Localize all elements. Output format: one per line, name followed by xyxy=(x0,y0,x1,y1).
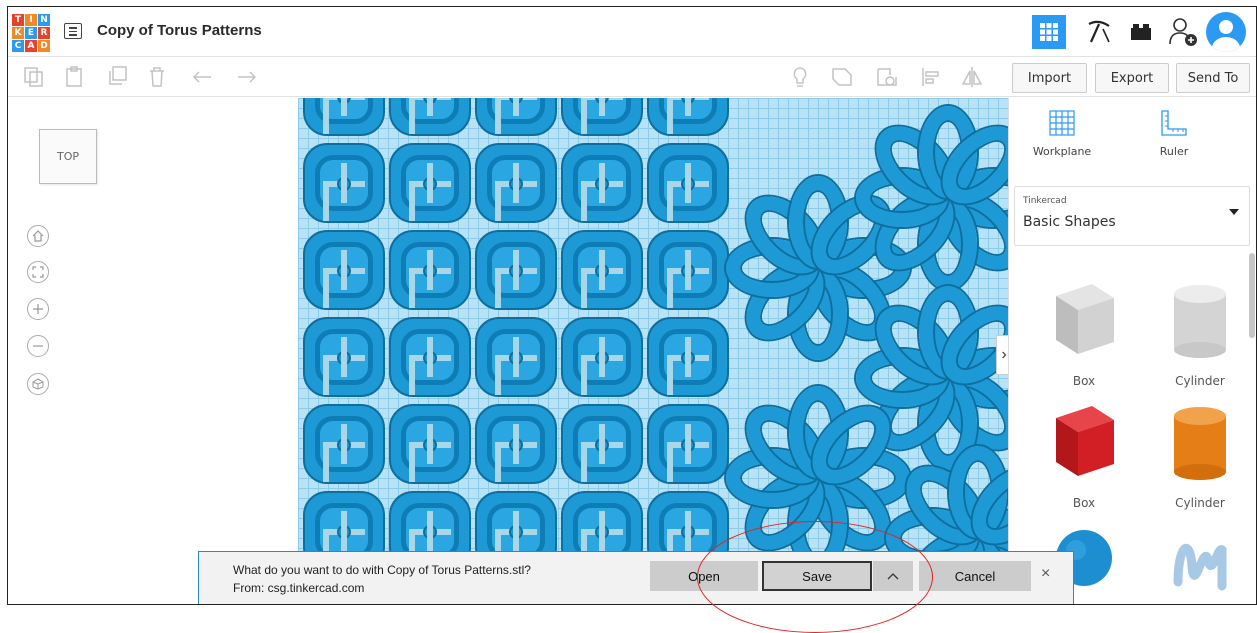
fit-view-icon[interactable] xyxy=(27,261,49,283)
shape-label: Cylinder xyxy=(1175,496,1225,510)
logo-letter: A xyxy=(25,40,37,52)
light-bulb-icon[interactable] xyxy=(788,65,812,89)
duplicate-icon[interactable] xyxy=(105,65,129,89)
torus-tile xyxy=(389,143,471,223)
torus-tile xyxy=(389,404,471,484)
shape-label: Cylinder xyxy=(1175,374,1225,388)
workplane-tool[interactable]: Workplane xyxy=(1017,108,1107,158)
delete-icon[interactable] xyxy=(145,65,169,89)
undo-icon[interactable] xyxy=(191,65,215,89)
shape-label: Box xyxy=(1072,496,1096,510)
torus-tile xyxy=(475,143,557,223)
torus-tile xyxy=(647,98,729,136)
library-name: Basic Shapes xyxy=(1023,214,1116,230)
torus-tile xyxy=(561,143,643,223)
torus-tile xyxy=(647,404,729,484)
cylinder-icon xyxy=(1160,276,1240,366)
avatar[interactable] xyxy=(1206,12,1246,52)
logo-letter: K xyxy=(12,27,24,39)
export-button[interactable]: Export xyxy=(1095,63,1169,93)
app-window: TIN KER CAD Copy of Torus Patterns Import … xyxy=(7,6,1257,605)
scribble-icon xyxy=(1160,516,1240,604)
torus-tile xyxy=(475,98,557,136)
torus-tile xyxy=(303,98,385,136)
torus-tile xyxy=(389,98,471,136)
annotation-circle xyxy=(697,521,933,633)
ruler-icon xyxy=(1161,110,1187,136)
logo-letter: R xyxy=(38,27,50,39)
torus-tile xyxy=(389,230,471,310)
workplane-icon xyxy=(1049,110,1075,136)
shape-cylinder-gray[interactable]: Cylinder xyxy=(1145,276,1255,388)
zoom-in-icon[interactable] xyxy=(27,298,49,320)
pickaxe-icon[interactable] xyxy=(1082,15,1116,49)
download-prompt: What do you want to do with Copy of Toru… xyxy=(198,551,1074,604)
torus-tile xyxy=(303,143,385,223)
design-menu-icon[interactable] xyxy=(64,23,82,39)
shape-box-gray[interactable]: Box xyxy=(1029,276,1139,388)
add-user-icon[interactable] xyxy=(1166,15,1200,49)
torus-tile xyxy=(561,230,643,310)
shape-library-dropdown[interactable]: Tinkercad Basic Shapes xyxy=(1014,186,1250,246)
torus-tile-pattern[interactable] xyxy=(303,98,743,598)
redo-icon[interactable] xyxy=(234,65,258,89)
shapes-panel: Workplane Ruler Tinkercad Basic Shapes B… xyxy=(1008,98,1256,604)
torus-tile xyxy=(561,404,643,484)
home-view-icon[interactable] xyxy=(27,225,49,247)
torus-tile xyxy=(475,230,557,310)
torus-tile xyxy=(303,230,385,310)
torus-tile xyxy=(561,98,643,136)
library-provider: Tinkercad xyxy=(1023,196,1067,206)
torus-tile xyxy=(389,317,471,397)
shape-box-red[interactable]: Box xyxy=(1029,398,1139,510)
box-icon xyxy=(1044,276,1124,366)
cancel-button[interactable]: Cancel xyxy=(919,561,1031,591)
send-to-button[interactable]: Send To xyxy=(1176,63,1250,93)
import-button[interactable]: Import xyxy=(1012,63,1087,93)
torus-tile xyxy=(475,317,557,397)
torus-tile xyxy=(647,230,729,310)
workplane-canvas[interactable] xyxy=(298,98,1008,604)
shape-cylinder-orange[interactable]: Cylinder xyxy=(1145,398,1255,510)
shape-label: Box xyxy=(1072,374,1096,388)
top-bar: TIN KER CAD Copy of Torus Patterns xyxy=(8,7,1256,57)
logo-letter: D xyxy=(38,40,50,52)
paste-icon[interactable] xyxy=(63,65,87,89)
ruler-tool[interactable]: Ruler xyxy=(1129,108,1219,158)
ruler-label: Ruler xyxy=(1159,145,1189,158)
logo-letter: I xyxy=(25,14,37,26)
torus-tile xyxy=(303,317,385,397)
bricks-icon[interactable] xyxy=(1124,15,1158,49)
logo-letter: C xyxy=(12,40,24,52)
shape-scribble[interactable] xyxy=(1145,516,1255,604)
torus-tile xyxy=(303,404,385,484)
align-icon[interactable] xyxy=(918,65,942,89)
torus-tile xyxy=(647,143,729,223)
logo-letter: N xyxy=(38,14,50,26)
torus-tile xyxy=(475,404,557,484)
view-cube[interactable]: TOP xyxy=(39,129,97,184)
cylinder-icon xyxy=(1160,398,1240,488)
document-title[interactable]: Copy of Torus Patterns xyxy=(97,22,262,39)
download-question: What do you want to do with Copy of Toru… xyxy=(233,563,531,577)
edit-toolbar: Import Export Send To xyxy=(8,57,1256,97)
perspective-icon[interactable] xyxy=(27,373,49,395)
ungroup-icon[interactable] xyxy=(875,65,899,89)
torus-tile xyxy=(561,317,643,397)
grid-view-icon[interactable] xyxy=(1032,15,1066,49)
tinkercad-logo[interactable]: TIN KER CAD xyxy=(12,14,50,52)
torus-tile xyxy=(647,317,729,397)
close-icon[interactable]: × xyxy=(1041,565,1050,583)
workplane-label: Workplane xyxy=(1032,145,1092,158)
mirror-icon[interactable] xyxy=(960,65,984,89)
zoom-out-icon[interactable] xyxy=(27,335,49,357)
copy-icon[interactable] xyxy=(22,65,46,89)
box-icon xyxy=(1044,398,1124,488)
download-source: From: csg.tinkercad.com xyxy=(233,581,365,595)
caret-down-icon xyxy=(1229,209,1239,215)
logo-letter: T xyxy=(12,14,24,26)
logo-letter: E xyxy=(25,27,37,39)
group-icon[interactable] xyxy=(830,65,854,89)
